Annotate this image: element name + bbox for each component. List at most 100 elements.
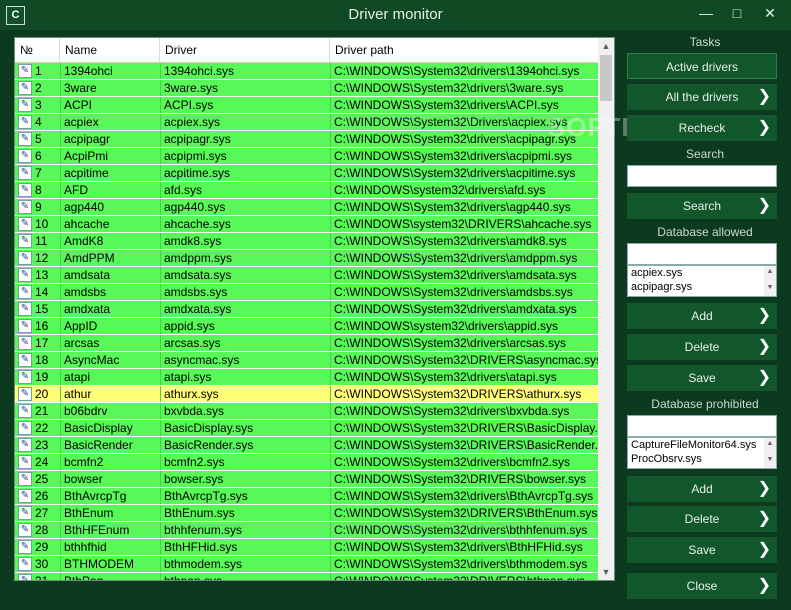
allowed-list[interactable]: acpiex.sys acpipagr.sys ▲ ▼ bbox=[627, 265, 777, 297]
search-button[interactable]: Search ❯ bbox=[627, 193, 777, 219]
table-row[interactable]: ✎ 29 bthhfhid BthHFHid.sys C:\WINDOWS\System… bbox=[15, 539, 598, 555]
table-row[interactable]: ✎ 21 b06bdrv bxvbda.sys C:\WINDOWS\System32\… bbox=[15, 403, 598, 419]
table-row[interactable]: ✎ 25 bowser bowser.sys C:\WINDOWS\System32\D… bbox=[15, 471, 598, 487]
allowed-input[interactable] bbox=[627, 243, 777, 265]
prohibited-list-scrollbar[interactable]: ▲ ▼ bbox=[764, 438, 776, 468]
scroll-up-arrow-icon[interactable]: ▲ bbox=[598, 38, 614, 54]
prohibited-add-button[interactable]: Add ❯ bbox=[627, 476, 777, 502]
driver-file-icon: ✎ bbox=[18, 81, 32, 95]
table-row[interactable]: ✎ 2 3ware 3ware.sys C:\WINDOWS\System32\driv… bbox=[15, 80, 598, 96]
scrollbar-thumb[interactable] bbox=[600, 55, 612, 101]
search-input[interactable] bbox=[627, 165, 777, 187]
chevron-right-icon: ❯ bbox=[757, 369, 771, 386]
prohibited-input[interactable] bbox=[627, 415, 777, 437]
all-drivers-button[interactable]: All the drivers ❯ bbox=[627, 84, 777, 110]
scroll-down-arrow-icon[interactable]: ▼ bbox=[764, 456, 776, 463]
table-row[interactable]: ✎ 14 amdsbs amdsbs.sys C:\WINDOWS\System32\d… bbox=[15, 284, 598, 300]
driver-path: C:\WINDOWS\System32\drivers\BthAvrcpTg.s… bbox=[334, 489, 594, 503]
driver-path: C:\WINDOWS\system32\DRIVERS\ahcache.sys bbox=[334, 217, 592, 231]
row-number: 1 bbox=[35, 64, 42, 78]
table-row[interactable]: ✎ 31 BthPan bthpan.sys C:\WINDOWS\System32\D… bbox=[15, 573, 598, 581]
prohibited-delete-button[interactable]: Delete ❯ bbox=[627, 506, 777, 532]
column-divider bbox=[160, 114, 161, 130]
driver-file: BthEnum.sys bbox=[164, 506, 235, 520]
driver-path: C:\WINDOWS\System32\DRIVERS\bthpan.sys bbox=[334, 574, 585, 581]
table-row[interactable]: ✎ 3 ACPI ACPI.sys C:\WINDOWS\System32\driver… bbox=[15, 97, 598, 113]
allowed-list-scrollbar[interactable]: ▲ ▼ bbox=[764, 266, 776, 296]
driver-file-icon: ✎ bbox=[18, 540, 32, 554]
active-drivers-button[interactable]: Active drivers bbox=[627, 53, 777, 79]
prohibited-list[interactable]: CaptureFileMonitor64.sys ProcObsrv.sys ▲… bbox=[627, 437, 777, 469]
prohibited-save-button[interactable]: Save ❯ bbox=[627, 537, 777, 563]
driver-name: acpiex bbox=[64, 115, 99, 129]
scroll-up-arrow-icon[interactable]: ▲ bbox=[764, 268, 776, 275]
close-button[interactable]: Close ❯ bbox=[627, 573, 777, 599]
allowed-delete-button[interactable]: Delete ❯ bbox=[627, 334, 777, 360]
database-prohibited-label: Database prohibited bbox=[651, 397, 759, 411]
table-row[interactable]: ✎ 30 BTHMODEM bthmodem.sys C:\WINDOWS\System… bbox=[15, 556, 598, 572]
column-header-driver-path[interactable]: Driver path bbox=[330, 38, 598, 62]
table-row[interactable]: ✎ 8 AFD afd.sys C:\WINDOWS\system32\drivers\… bbox=[15, 182, 598, 198]
minimize-button[interactable]: — bbox=[693, 3, 719, 23]
scroll-down-arrow-icon[interactable]: ▼ bbox=[764, 284, 776, 291]
maximize-button[interactable]: □ bbox=[724, 3, 750, 23]
driver-path: C:\WINDOWS\System32\drivers\amdppm.sys bbox=[334, 251, 578, 265]
table-row[interactable]: ✎ 24 bcmfn2 bcmfn2.sys C:\WINDOWS\System32\d… bbox=[15, 454, 598, 470]
driver-path: C:\WINDOWS\System32\drivers\amdxata.sys bbox=[334, 302, 577, 316]
table-row[interactable]: ✎ 5 acpipagr acpipagr.sys C:\WINDOWS\System3… bbox=[15, 131, 598, 147]
table-row[interactable]: ✎ 10 ahcache ahcache.sys C:\WINDOWS\system32… bbox=[15, 216, 598, 232]
driver-name: AppID bbox=[64, 319, 98, 333]
scroll-up-arrow-icon[interactable]: ▲ bbox=[764, 440, 776, 447]
column-divider bbox=[60, 437, 61, 453]
driver-file-icon: ✎ bbox=[18, 455, 32, 469]
driver-name: amdxata bbox=[64, 302, 111, 316]
column-header-name[interactable]: Name bbox=[60, 38, 160, 62]
column-divider bbox=[330, 403, 331, 419]
allowed-delete-label: Delete bbox=[684, 340, 720, 354]
column-divider bbox=[160, 131, 161, 147]
drivers-table[interactable]: № Name Driver Driver path ✎ 1 1394ohci 1394… bbox=[14, 37, 615, 581]
table-row[interactable]: ✎ 23 BasicRender BasicRender.sys C:\WINDOWS\… bbox=[15, 437, 598, 453]
column-divider bbox=[330, 199, 331, 215]
table-row[interactable]: ✎ 28 BthHFEnum bthhfenum.sys C:\WINDOWS\Syst… bbox=[15, 522, 598, 538]
driver-path: C:\WINDOWS\System32\DRIVERS\athurx.sys bbox=[334, 387, 582, 401]
list-item[interactable]: acpipagr.sys bbox=[628, 280, 776, 294]
title-bar[interactable]: C Driver monitor — □ ✕ bbox=[0, 0, 791, 30]
driver-file-icon: ✎ bbox=[18, 251, 32, 265]
table-row[interactable]: ✎ 19 atapi atapi.sys C:\WINDOWS\System32\dri… bbox=[15, 369, 598, 385]
table-row[interactable]: ✎ 13 amdsata amdsata.sys C:\WINDOWS\System32… bbox=[15, 267, 598, 283]
table-row[interactable]: ✎ 12 AmdPPM amdppm.sys C:\WINDOWS\System32\d… bbox=[15, 250, 598, 266]
table-row[interactable]: ✎ 26 BthAvrcpTg BthAvrcpTg.sys C:\WINDOWS\Sy… bbox=[15, 488, 598, 504]
table-row[interactable]: ✎ 22 BasicDisplay BasicDisplay.sys C:\WINDOW… bbox=[15, 420, 598, 436]
table-row[interactable]: ✎ 7 acpitime acpitime.sys C:\WINDOWS\System3… bbox=[15, 165, 598, 181]
column-divider bbox=[330, 233, 331, 249]
table-row[interactable]: ✎ 15 amdxata amdxata.sys C:\WINDOWS\System32… bbox=[15, 301, 598, 317]
driver-path: C:\WINDOWS\System32\drivers\atapi.sys bbox=[334, 370, 557, 384]
table-row[interactable]: ✎ 20 athur athurx.sys C:\WINDOWS\System32\DR… bbox=[15, 386, 598, 402]
row-number: 22 bbox=[35, 421, 49, 435]
driver-file-icon: ✎ bbox=[18, 64, 32, 78]
table-row[interactable]: ✎ 17 arcsas arcsas.sys C:\WINDOWS\System32\d… bbox=[15, 335, 598, 351]
table-row[interactable]: ✎ 18 AsyncMac asyncmac.sys C:\WINDOWS\System… bbox=[15, 352, 598, 368]
list-item[interactable]: CaptureFileMonitor64.sys bbox=[628, 438, 776, 452]
table-row[interactable]: ✎ 6 AcpiPmi acpipmi.sys C:\WINDOWS\System32\… bbox=[15, 148, 598, 164]
table-row[interactable]: ✎ 16 AppID appid.sys C:\WINDOWS\system32\dri… bbox=[15, 318, 598, 334]
list-item[interactable]: acpiex.sys bbox=[628, 266, 776, 280]
driver-path: C:\WINDOWS\System32\DRIVERS\BthEnum.sys bbox=[334, 506, 598, 520]
table-row[interactable]: ✎ 9 agp440 agp440.sys C:\WINDOWS\System32\dr… bbox=[15, 199, 598, 215]
scroll-down-arrow-icon[interactable]: ▼ bbox=[598, 564, 614, 580]
column-header-driver[interactable]: Driver bbox=[160, 38, 330, 62]
table-row[interactable]: ✎ 11 AmdK8 amdk8.sys C:\WINDOWS\System32\dri… bbox=[15, 233, 598, 249]
allowed-add-button[interactable]: Add ❯ bbox=[627, 303, 777, 329]
table-row[interactable]: ✎ 1 1394ohci 1394ohci.sys C:\WINDOWS\System3… bbox=[15, 63, 598, 79]
recheck-button[interactable]: Recheck ❯ bbox=[627, 115, 777, 141]
table-row[interactable]: ✎ 27 BthEnum BthEnum.sys C:\WINDOWS\System32… bbox=[15, 505, 598, 521]
table-row[interactable]: ✎ 4 acpiex acpiex.sys C:\WINDOWS\System32\Dr… bbox=[15, 114, 598, 130]
column-header-number[interactable]: № bbox=[15, 38, 60, 62]
close-window-button[interactable]: ✕ bbox=[757, 3, 783, 23]
allowed-save-button[interactable]: Save ❯ bbox=[627, 365, 777, 391]
list-item[interactable]: ProcObsrv.sys bbox=[628, 452, 776, 466]
driver-file-icon: ✎ bbox=[18, 421, 32, 435]
driver-monitor-window: C Driver monitor — □ ✕ № Name Driver Dri… bbox=[0, 0, 791, 610]
driver-file: amdppm.sys bbox=[164, 251, 233, 265]
